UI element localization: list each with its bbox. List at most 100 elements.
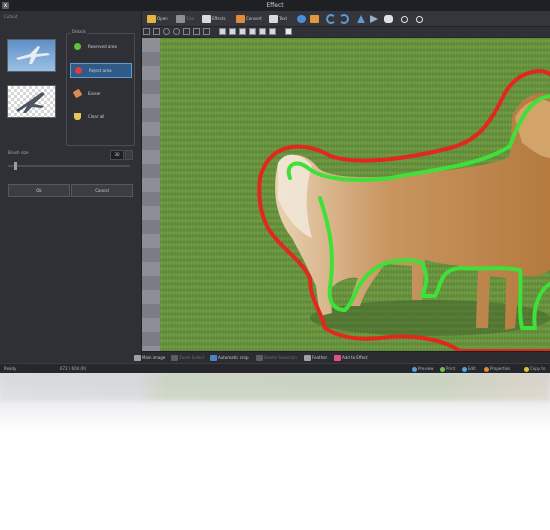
eraser-button[interactable]: Eraser xyxy=(70,87,130,100)
convert-button[interactable]: Convert xyxy=(236,13,262,24)
main-image-label: Main image xyxy=(142,355,166,360)
brush-size-input[interactable]: 30 xyxy=(110,150,124,160)
flip-button[interactable] xyxy=(357,13,366,24)
square-select-icon[interactable] xyxy=(153,28,160,35)
zoom-select-button[interactable]: Zoom Select xyxy=(171,352,204,363)
magic-wand-icon[interactable] xyxy=(203,28,210,35)
size-button[interactable]: Size xyxy=(176,13,194,24)
preview-button[interactable]: Preview xyxy=(412,364,434,373)
plane-icon xyxy=(16,46,50,64)
zoom-in-button[interactable] xyxy=(401,13,409,24)
globe-button[interactable] xyxy=(297,13,307,24)
add-to-effect-label: Add to Effect xyxy=(342,355,368,360)
edit-icon xyxy=(462,366,467,372)
zoom-out-icon xyxy=(416,15,423,23)
feather-icon xyxy=(304,355,311,361)
delete-selection-label: Delete Selection xyxy=(264,355,297,360)
image-dimensions: 672 / 604 (R) xyxy=(60,366,87,371)
left-panel: Cutout Details Reserved area Reject area… xyxy=(0,11,142,363)
grid-2-icon[interactable] xyxy=(229,28,236,35)
zoom-out-button[interactable] xyxy=(416,13,424,24)
globe-icon xyxy=(297,15,306,23)
text-button[interactable]: Text xyxy=(269,13,287,24)
clear-all-button[interactable]: Clear all xyxy=(70,110,130,123)
redo-button[interactable] xyxy=(339,13,350,24)
reserved-area-button[interactable]: Reserved area xyxy=(70,40,130,53)
app-window: x Effect Cutout Details Reserved area Re… xyxy=(0,0,550,373)
undo-button[interactable] xyxy=(326,13,337,24)
open-label: Open xyxy=(157,16,168,21)
convert-icon xyxy=(236,15,245,23)
reflection-strip xyxy=(0,373,550,401)
feather-label: Feather xyxy=(312,355,328,360)
thumbnail-original[interactable] xyxy=(7,39,56,72)
red-circle-icon xyxy=(75,67,82,74)
redo-icon xyxy=(339,14,349,24)
feather-button[interactable]: Feather xyxy=(304,352,327,363)
shape-toolbar xyxy=(142,27,550,38)
heart-select-icon[interactable] xyxy=(173,28,180,35)
grid-5-icon[interactable] xyxy=(259,28,266,35)
copy-icon xyxy=(524,366,529,372)
image-icon xyxy=(134,355,141,361)
ok-button[interactable]: Ok xyxy=(8,184,70,197)
image-canvas[interactable] xyxy=(142,38,550,351)
effects-button[interactable]: Effects xyxy=(202,13,226,24)
eraser-label: Eraser xyxy=(88,91,101,96)
print-icon xyxy=(440,366,445,372)
grid-6-icon[interactable] xyxy=(269,28,276,35)
panel-label: Cutout xyxy=(4,14,18,19)
dog-photo[interactable] xyxy=(160,38,550,351)
folder-icon xyxy=(147,15,156,23)
delete-selection-button[interactable]: Delete Selection xyxy=(256,352,297,363)
bottom-toolbar: Main image Zoom Select Automatic crop De… xyxy=(134,351,550,363)
properties-icon xyxy=(484,366,489,372)
preview-label: Preview xyxy=(418,366,434,371)
main-toolbar: Open Size Effects Convert Text xyxy=(142,11,550,27)
thumbnail-cutout[interactable] xyxy=(7,85,56,118)
rectangle-select-icon[interactable] xyxy=(143,28,150,35)
zoom-in-icon xyxy=(401,15,408,23)
brush-size-slider-handle[interactable] xyxy=(14,162,18,170)
effects-label: Effects xyxy=(212,16,226,21)
add-to-effect-button[interactable]: Add to Effect xyxy=(334,352,368,363)
crop-icon xyxy=(210,355,217,361)
preview-icon xyxy=(412,366,417,372)
edit-button[interactable]: Edit xyxy=(462,364,476,373)
broom-icon xyxy=(74,113,81,120)
fullscreen-icon[interactable] xyxy=(285,28,292,35)
brush-size-slider[interactable] xyxy=(8,165,130,167)
open-button[interactable]: Open xyxy=(147,13,168,24)
grid-1-icon[interactable] xyxy=(219,28,226,35)
eraser-icon xyxy=(72,88,83,99)
ellipse-select-icon[interactable] xyxy=(163,28,170,35)
rotate-button[interactable] xyxy=(370,13,379,24)
properties-button[interactable]: Properties xyxy=(484,364,510,373)
hand-icon xyxy=(384,15,393,23)
automatic-crop-button[interactable]: Automatic crop xyxy=(210,352,249,363)
undo-icon xyxy=(326,14,336,24)
canvas-ruler xyxy=(142,38,160,351)
copy-to-label: Copy to xyxy=(530,366,546,371)
grid-3-icon[interactable] xyxy=(239,28,246,35)
print-button[interactable]: Print xyxy=(440,364,455,373)
polygon-icon[interactable] xyxy=(193,28,200,35)
copy-to-button[interactable]: Copy to xyxy=(524,364,545,373)
text-label: Text xyxy=(279,16,288,21)
print-label: Print xyxy=(446,366,456,371)
zoom-select-icon xyxy=(171,355,178,361)
window-reflection xyxy=(0,373,550,433)
text-icon xyxy=(269,15,278,23)
main-image-button[interactable]: Main image xyxy=(134,352,165,363)
properties-label: Properties xyxy=(490,366,511,371)
brush-size-label: Brush size xyxy=(8,150,29,155)
grid-4-icon[interactable] xyxy=(249,28,256,35)
mail-button[interactable] xyxy=(310,13,320,24)
brush-size-spinner[interactable] xyxy=(125,150,133,160)
title-bar: x Effect xyxy=(0,0,550,11)
lasso-icon[interactable] xyxy=(183,28,190,35)
hand-button[interactable] xyxy=(384,13,394,24)
status-bar: Ready 672 / 604 (R) Preview Print Edit P… xyxy=(0,363,550,373)
reject-area-button[interactable]: Reject area xyxy=(70,63,132,78)
cancel-button[interactable]: Cancel xyxy=(71,184,133,197)
